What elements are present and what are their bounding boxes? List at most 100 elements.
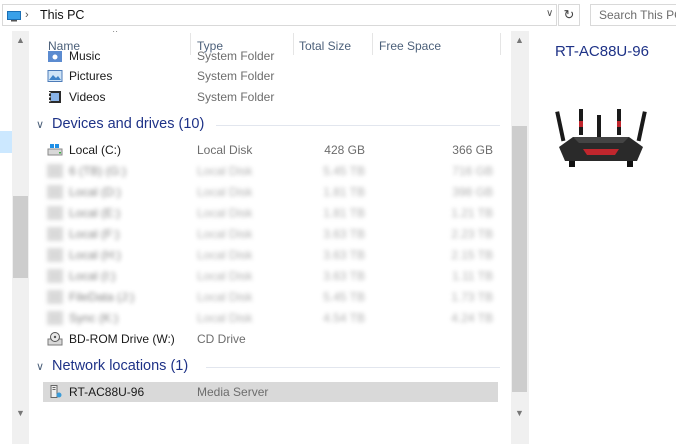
item-name: BD-ROM Drive (W:) xyxy=(69,332,175,346)
item-free-space: 1.21 TB xyxy=(451,206,493,220)
item-type: Local Disk xyxy=(197,185,253,199)
item-free-space: 2.23 TB xyxy=(451,227,493,241)
list-item-videos[interactable]: Videos System Folder xyxy=(43,87,498,107)
item-type: Media Server xyxy=(197,385,269,399)
item-total-size: 1.81 TB xyxy=(323,185,365,199)
file-list-scrollbar[interactable]: ▲ ▼ xyxy=(511,31,528,444)
breadcrumb-this-pc[interactable]: This PC xyxy=(40,8,84,22)
address-dropdown-icon[interactable]: ∨ xyxy=(546,8,553,19)
list-item-drive[interactable]: Local (C:) Local Disk 428 GB 366 GB xyxy=(43,140,498,160)
item-name: Videos xyxy=(69,90,106,104)
list-item-network-media-server[interactable]: RT-AC88U-96 Media Server xyxy=(43,382,498,402)
item-name: RT-AC88U-96 xyxy=(69,385,145,399)
list-item-drive[interactable]: Local (H:) Local Disk 3.63 TB 2.15 TB xyxy=(43,245,498,265)
item-free-space: 2.15 TB xyxy=(451,248,493,262)
bd-rom-drive-icon xyxy=(47,332,63,346)
item-total-size: 1.81 TB xyxy=(323,206,365,220)
item-free-space: 716 GB xyxy=(452,164,493,178)
preview-title: RT-AC88U-96 xyxy=(555,43,649,60)
drive-icon xyxy=(47,227,63,241)
videos-folder-icon xyxy=(49,91,61,103)
sort-ascending-icon: ^ xyxy=(113,31,118,37)
group-divider xyxy=(206,367,500,368)
music-folder-icon xyxy=(48,51,62,62)
item-name: Pictures xyxy=(69,69,113,83)
navigation-pane: ▲ ▼ xyxy=(0,31,30,444)
drive-icon xyxy=(47,311,63,325)
item-free-space: 366 GB xyxy=(452,143,493,157)
item-name: Local (F:) xyxy=(69,227,120,241)
item-name: Local (E:) xyxy=(69,206,121,220)
item-total-size: 3.63 TB xyxy=(323,248,365,262)
drive-icon xyxy=(47,185,63,199)
nav-scrollbar[interactable]: ▲ ▼ xyxy=(12,31,29,444)
item-total-size: 428 GB xyxy=(324,143,365,157)
item-type: Local Disk xyxy=(197,311,253,325)
list-item-drive[interactable]: 6 (TB) (G:) Local Disk 5.45 TB 716 GB xyxy=(43,161,498,181)
scroll-up-icon[interactable]: ▲ xyxy=(515,35,524,45)
item-type: Local Disk xyxy=(197,248,253,262)
list-item-drive[interactable]: Sync (K:) Local Disk 4.54 TB 4.24 TB xyxy=(43,308,498,328)
item-total-size: 4.54 TB xyxy=(323,311,365,325)
scroll-down-icon[interactable]: ▼ xyxy=(515,408,524,418)
item-type: Local Disk xyxy=(197,269,253,283)
list-item-drive[interactable]: Local (F:) Local Disk 3.63 TB 2.23 TB xyxy=(43,224,498,244)
scroll-down-icon[interactable]: ▼ xyxy=(16,408,25,418)
item-free-space: 398 GB xyxy=(452,185,493,199)
list-item-pictures[interactable]: Pictures System Folder xyxy=(43,66,498,86)
item-total-size: 3.63 TB xyxy=(323,227,365,241)
drive-icon xyxy=(47,206,63,220)
item-total-size: 3.63 TB xyxy=(323,269,365,283)
breadcrumb-separator-icon[interactable]: › xyxy=(25,9,29,21)
drive-icon xyxy=(47,269,63,283)
collapse-chevron-icon[interactable]: ∨ xyxy=(36,118,44,131)
collapse-chevron-icon[interactable]: ∨ xyxy=(36,360,44,373)
group-title: Devices and drives (10) xyxy=(52,116,205,132)
item-free-space: 1.73 TB xyxy=(451,290,493,304)
item-total-size: 5.45 TB xyxy=(323,290,365,304)
item-name: 6 (TB) (G:) xyxy=(69,164,127,178)
item-name: Sync (K:) xyxy=(69,311,119,325)
item-type: Local Disk xyxy=(197,227,253,241)
item-type: System Folder xyxy=(197,90,275,104)
group-divider xyxy=(216,125,500,126)
item-type: System Folder xyxy=(197,49,275,63)
refresh-button[interactable]: ↻ xyxy=(558,4,580,26)
list-item-drive[interactable]: Local (D:) Local Disk 1.81 TB 398 GB xyxy=(43,182,498,202)
scroll-up-icon[interactable]: ▲ xyxy=(16,35,25,45)
item-name: Local (H:) xyxy=(69,248,122,262)
search-placeholder: Search This PC xyxy=(599,8,676,22)
list-item-bd-rom-drive[interactable]: BD-ROM Drive (W:) CD Drive xyxy=(43,329,498,349)
pictures-folder-icon xyxy=(47,70,63,82)
drive-icon xyxy=(47,290,63,304)
item-type: Local Disk xyxy=(197,206,253,220)
nav-scroll-thumb[interactable] xyxy=(13,196,28,278)
column-divider[interactable] xyxy=(500,33,501,55)
item-type: System Folder xyxy=(197,69,275,83)
address-bar: › This PC ∨ ↻ Search This PC xyxy=(0,0,676,30)
list-item-drive[interactable]: FileData (J:) Local Disk 5.45 TB 1.73 TB xyxy=(43,287,498,307)
search-input[interactable]: Search This PC xyxy=(590,4,676,26)
nav-selected-item[interactable] xyxy=(0,131,12,153)
list-item-drive[interactable]: Local (E:) Local Disk 1.81 TB 1.21 TB xyxy=(43,203,498,223)
drive-icon xyxy=(47,248,63,262)
item-name: FileData (J:) xyxy=(69,290,135,304)
group-devices-and-drives[interactable]: ∨ Devices and drives (10) xyxy=(34,113,504,137)
group-title: Network locations (1) xyxy=(52,358,189,374)
address-field[interactable]: › This PC ∨ xyxy=(2,4,557,26)
media-server-icon xyxy=(50,385,62,398)
item-type: Local Disk xyxy=(197,164,253,178)
item-name: Local (C:) xyxy=(69,143,122,157)
drive-icon xyxy=(47,164,63,178)
preview-pane: RT-AC88U-96 xyxy=(528,31,676,444)
item-type: Local Disk xyxy=(197,143,253,157)
file-list: Name ^ Type Total Size Free Space Music … xyxy=(30,31,511,444)
file-list-scroll-thumb[interactable] xyxy=(512,126,527,392)
group-network-locations[interactable]: ∨ Network locations (1) xyxy=(34,355,504,379)
local-disk-icon xyxy=(47,144,63,156)
item-name: Local (I:) xyxy=(69,269,116,283)
list-item-drive[interactable]: Local (I:) Local Disk 3.63 TB 1.11 TB xyxy=(43,266,498,286)
item-type: Local Disk xyxy=(197,290,253,304)
list-item-music[interactable]: Music System Folder xyxy=(43,46,498,66)
item-free-space: 4.24 TB xyxy=(451,311,493,325)
